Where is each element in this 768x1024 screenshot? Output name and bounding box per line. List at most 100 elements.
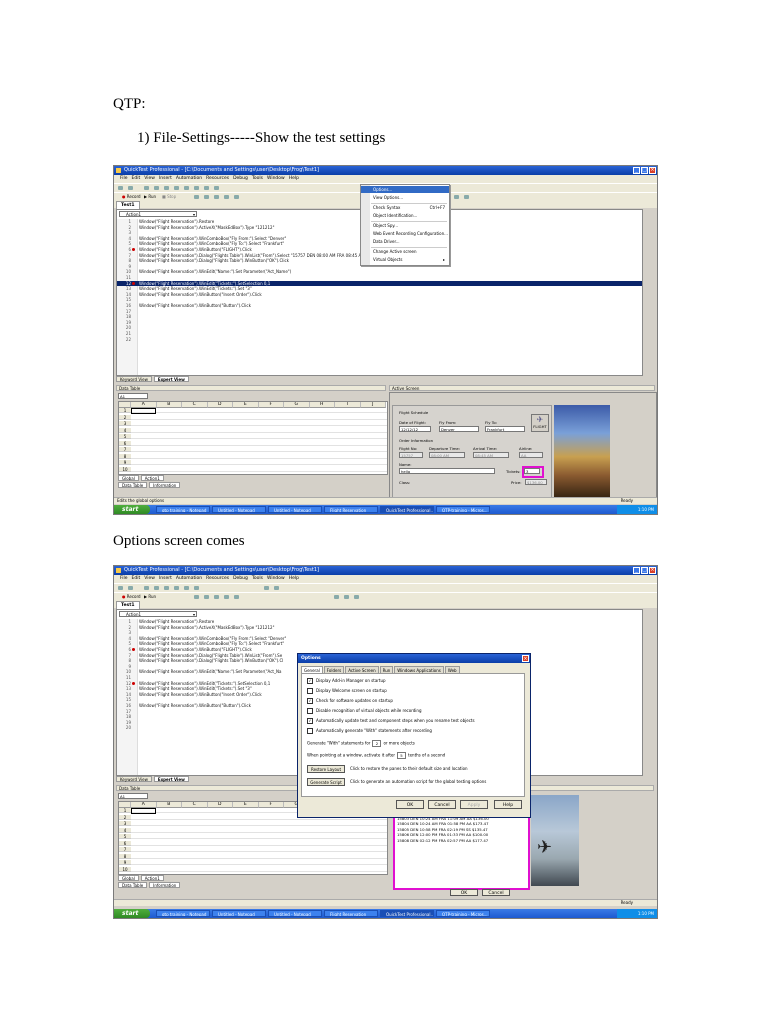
table-row[interactable] (131, 867, 387, 872)
help-button[interactable]: Help (494, 800, 522, 809)
record-button[interactable]: ● Record (122, 194, 141, 199)
taskbar-item[interactable]: QuickTest Professional... (380, 506, 434, 513)
table-row[interactable] (131, 408, 387, 413)
checkbox[interactable]: ✓ (307, 678, 313, 684)
code-line[interactable]: 6 Window("Flight Reservation").WinButton(… (117, 647, 642, 652)
menu-tools[interactable]: Tools (252, 575, 263, 583)
row-header[interactable]: 2 (119, 414, 131, 420)
selected-cell[interactable] (131, 808, 156, 814)
options-tab-web[interactable]: Web (444, 666, 460, 673)
fly-to-combo[interactable]: Frankfurt (485, 426, 525, 432)
options-tab-windows-applications[interactable]: Windows Applications (394, 666, 444, 673)
menu-automation[interactable]: Automation (176, 575, 202, 583)
menu-edit[interactable]: Edit (132, 575, 141, 583)
menu-debug[interactable]: Debug (233, 175, 248, 183)
flights-ok-button[interactable]: OK (450, 889, 478, 896)
action-combo[interactable]: Action1 (119, 611, 197, 618)
tools-menu-item[interactable]: View Options... (361, 194, 449, 201)
code-line[interactable]: 17 (117, 309, 642, 314)
menu-file[interactable]: File (120, 175, 128, 183)
close-icon[interactable]: × (522, 655, 529, 662)
breakpoint-icon[interactable] (132, 648, 135, 651)
row-header[interactable]: 2 (119, 814, 131, 820)
menu-help[interactable]: Help (289, 175, 299, 183)
tools-menu-item[interactable]: Object Spy... (361, 222, 449, 229)
flights-cancel-button[interactable]: Cancel (482, 889, 510, 896)
option-checkbox[interactable]: Disable recognition of virtual objects w… (307, 708, 422, 714)
code-line[interactable]: 15 (117, 297, 642, 302)
table-row[interactable] (131, 821, 387, 826)
name-field[interactable]: hello (399, 468, 495, 474)
code-line[interactable]: 10 Window("Flight Reservation").WinEdit("… (117, 269, 642, 274)
row-header[interactable]: 4 (119, 827, 131, 833)
bottom-tab-data-table[interactable]: Data Table (118, 482, 148, 488)
table-row[interactable] (131, 447, 387, 452)
row-header[interactable]: 6 (119, 840, 131, 846)
row-header[interactable]: 6 (119, 440, 131, 446)
code-line[interactable]: 20 (117, 325, 642, 330)
menu-window[interactable]: Window (267, 575, 285, 583)
table-row[interactable] (131, 834, 387, 839)
sheet-tab-global[interactable]: Global (118, 475, 139, 481)
tab-expert-view[interactable]: Expert View (153, 776, 189, 782)
row-header[interactable]: 5 (119, 834, 131, 839)
options-tab-general[interactable]: General (301, 666, 323, 673)
menu-insert[interactable]: Insert (159, 175, 172, 183)
tools-menu-item[interactable]: Check Syntax Ctrl+F7 (361, 204, 449, 211)
tools-menu-item[interactable]: Options... (361, 186, 449, 193)
table-row[interactable] (131, 467, 387, 472)
row-header[interactable]: 4 (119, 427, 131, 433)
taskbar-item[interactable]: QTP-training - Micros... (436, 910, 490, 917)
options-tab-active-screen[interactable]: Active Screen (345, 666, 379, 673)
with-count-spinner[interactable]: 2 (372, 740, 382, 747)
tools-menu-item[interactable]: Object Identification... (361, 212, 449, 219)
sheet-tab-action1[interactable]: Action1 (140, 875, 164, 881)
taskbar-item[interactable]: Flight Reservation (324, 910, 378, 917)
option-checkbox[interactable]: Automatically generate "With" statements… (307, 728, 432, 734)
date-field[interactable]: 12/12/12 (399, 426, 431, 432)
code-line[interactable]: 12 Window("Flight Reservation").WinEdit("… (117, 280, 642, 286)
options-tab-run[interactable]: Run (379, 666, 394, 673)
checkbox[interactable]: ✓ (307, 698, 313, 704)
code-line[interactable]: 22 (117, 337, 642, 342)
tools-menu-item[interactable]: Virtual Objects ▸ (361, 256, 449, 263)
option-checkbox[interactable]: ✓ Automatically update test and component… (307, 718, 475, 724)
close-icon[interactable]: × (649, 167, 656, 174)
table-row[interactable] (131, 854, 387, 859)
menu-view[interactable]: View (144, 175, 155, 183)
code-line[interactable]: 5 Window("Flight Reservation").WinComboBo… (117, 641, 642, 646)
row-header[interactable]: 3 (119, 821, 131, 826)
taskbar-item[interactable]: qtp training - Notepad (156, 506, 210, 513)
table-row[interactable] (131, 454, 387, 459)
row-header[interactable]: 7 (119, 847, 131, 852)
sheet-tab-action1[interactable]: Action1 (140, 475, 164, 481)
tab-keyword-view[interactable]: Keyword View (116, 776, 152, 782)
stop-button[interactable]: ■ Stop (162, 194, 176, 199)
table-row[interactable] (131, 415, 387, 420)
start-button[interactable]: start (114, 909, 150, 918)
menu-file[interactable]: File (120, 575, 128, 583)
taskbar-item[interactable]: Flight Reservation (324, 506, 378, 513)
code-line[interactable]: 13 Window("Flight Reservation").WinEdit("… (117, 286, 642, 291)
checkbox[interactable] (307, 728, 313, 734)
minimize-icon[interactable]: _ (633, 567, 640, 574)
code-line[interactable]: 2 Window("Flight Reservation").ActiveX("M… (117, 625, 642, 630)
restore-layout-button[interactable]: Restore Layout (307, 765, 345, 773)
taskbar-item[interactable]: QuickTest Professional... (380, 910, 434, 917)
activate-delay-spinner[interactable]: 5 (397, 752, 407, 759)
maximize-icon[interactable]: □ (641, 567, 648, 574)
breakpoint-icon[interactable] (132, 281, 135, 285)
menu-resources[interactable]: Resources (206, 175, 229, 183)
fly-from-combo[interactable]: Denver (439, 426, 479, 432)
flights-button[interactable]: ✈ FLIGHT (531, 414, 549, 432)
row-header[interactable]: 1 (119, 808, 131, 813)
row-header[interactable]: 8 (119, 453, 131, 459)
tab-expert-view[interactable]: Expert View (153, 376, 189, 382)
bottom-tab-information[interactable]: Information (149, 882, 181, 888)
flight-list-item[interactable]: 15805 DEN 10:58 PM FRA 02:19 PM SS $135.… (397, 827, 488, 832)
tools-menu-item[interactable]: Web Event Recording Configuration... (361, 230, 449, 237)
menu-debug[interactable]: Debug (233, 575, 248, 583)
menu-window[interactable]: Window (267, 175, 285, 183)
menu-view[interactable]: View (144, 575, 155, 583)
start-button[interactable]: start (114, 505, 150, 514)
